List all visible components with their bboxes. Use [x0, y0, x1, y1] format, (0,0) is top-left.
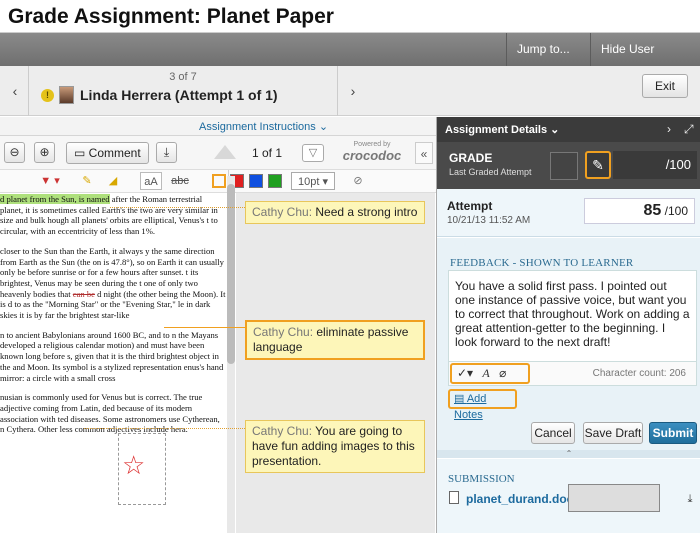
comment-connector [84, 428, 245, 429]
annotation-toolbar-ext: 10pt ▾ ⊘ [229, 170, 436, 193]
comment-button[interactable]: ▭ Comment [66, 142, 149, 164]
edit-grade-icon[interactable]: ✎ [585, 151, 611, 179]
submission-file-link[interactable]: planet_durand.doc [466, 492, 573, 506]
document-scrollbar[interactable] [227, 176, 235, 533]
panel-header: Assignment Details ⌄ › ⤢ [437, 117, 700, 142]
save-draft-button[interactable]: Save Draft [583, 422, 643, 444]
cancel-button[interactable]: Cancel [531, 422, 575, 444]
font-size-select[interactable]: 10pt ▾ [291, 172, 335, 190]
grade-max: /100 [613, 151, 697, 179]
jump-to-button[interactable]: Jump to... [506, 33, 580, 66]
submission-title: SUBMISSION [448, 473, 515, 485]
viewer-toolbar: ⊖ ⊕ ▭ Comment ⤓ 1 of 1 ▽ Powered by croc… [0, 136, 436, 170]
comments-gutter: Cathy Chu: Need a strong intro Cathy Chu… [236, 193, 435, 533]
file-icon [449, 491, 459, 504]
hide-user-names-button[interactable]: Hide User Names [590, 33, 700, 89]
comment-icon: ▭ [74, 146, 89, 160]
title-bar: Grade Assignment: Planet Paper [0, 0, 700, 33]
add-notes-link[interactable]: ▤ Add Notes [448, 389, 517, 421]
text-format-icon[interactable]: A [482, 366, 489, 380]
exit-button[interactable]: Exit [641, 74, 688, 98]
attach-icon[interactable]: ⌀ [499, 366, 506, 380]
notes-icon: ▤ [454, 393, 467, 405]
attempt-score-field[interactable]: 85 /100 [584, 198, 695, 224]
color-swatch-green[interactable] [268, 174, 282, 188]
strikeout-icon[interactable]: abc [170, 172, 190, 190]
attempt-row: Attempt 10/21/13 11:52 AM 85 /100 [437, 189, 700, 237]
student-name: Linda Herrera (Attempt 1 of 1) [80, 87, 278, 103]
character-count: Character count: 206 [592, 368, 686, 379]
collapse-panel-icon[interactable]: « [415, 142, 433, 164]
document-viewer: ▼ ▾ ✎ ◢ aA abc d planet from the Sun, is… [0, 170, 229, 533]
feedback-tools: ✓▾ A ⌀ [450, 363, 530, 384]
student-selector[interactable]: 3 of 7 ! Linda Herrera (Attempt 1 of 1) [28, 66, 338, 116]
crocodoc-logo: Powered by crocodoc [342, 141, 402, 163]
grading-panel: Assignment Details ⌄ › ⤢ GRADE Last Grad… [436, 117, 700, 533]
panel-divider: ⌃ [437, 450, 700, 458]
attempt-date: 10/21/13 11:52 AM [447, 215, 531, 226]
text-tool-icon[interactable]: aA [140, 172, 162, 190]
doc-paragraph: n to ancient Babylonians around 1600 BC,… [0, 329, 224, 383]
document-text: d planet from the Sun, is named after th… [0, 194, 226, 444]
comment-tool-icon[interactable]: ▼ ▾ [30, 172, 70, 190]
submission-section: SUBMISSION planet_durand.doc ⤓ [437, 459, 700, 533]
comment-note-selected[interactable]: Cathy Chu: eliminate passive language [245, 320, 425, 360]
page-title: Grade Assignment: Planet Paper [8, 5, 334, 28]
feedback-title: FEEDBACK - SHOWN TO LEARNER [450, 257, 634, 269]
warning-icon: ! [41, 88, 54, 102]
download-icon[interactable]: ⤓ [156, 142, 177, 163]
highlight-pen-icon[interactable]: ✎ [78, 172, 96, 190]
prev-page-icon[interactable] [214, 145, 236, 159]
grade-row: GRADE Last Graded Attempt ✎ /100 [437, 142, 700, 189]
file-preview-box [568, 484, 660, 512]
zoom-out-icon[interactable]: ⊖ [4, 142, 25, 163]
expand-icon[interactable]: ⤢ [684, 122, 694, 137]
student-nav: ‹ 3 of 7 ! Linda Herrera (Attempt 1 of 1… [0, 66, 700, 116]
chevron-right-icon[interactable]: › [667, 122, 671, 136]
feedback-toolbar: ✓▾ A ⌀ Character count: 206 [448, 362, 697, 386]
doc-paragraph: d planet from the Sun, is named after th… [0, 194, 218, 237]
hide-annotations-icon[interactable]: ⊘ [349, 172, 367, 190]
next-page-icon[interactable]: ▽ [302, 144, 324, 162]
submit-button[interactable]: Submit [649, 422, 697, 444]
star-icon: ☆ [122, 450, 146, 480]
attempt-count: 3 of 7 [169, 71, 197, 83]
comment-note[interactable]: Cathy Chu: You are going to have fun add… [245, 420, 425, 473]
assignment-details-toggle[interactable]: Assignment Details ⌄ [445, 123, 559, 136]
grade-input[interactable] [550, 152, 578, 180]
comment-connector [164, 327, 245, 328]
action-buttons: Cancel Save Draft Submit [437, 418, 700, 450]
spellcheck-icon[interactable]: ✓▾ [457, 366, 473, 380]
instructions-bar: Assignment Instructions ⌄ [0, 117, 436, 136]
page-info: 1 of 1 [252, 146, 283, 160]
doc-paragraph: closer to the Sun than the Earth, it alw… [0, 245, 226, 321]
download-icon[interactable]: ⤓ [683, 493, 697, 507]
chevron-right-icon[interactable]: › [340, 66, 366, 116]
zoom-in-icon[interactable]: ⊕ [34, 142, 55, 163]
area-highlight-icon[interactable]: ◢ [104, 172, 122, 190]
color-swatch-black[interactable] [212, 174, 226, 188]
comment-note[interactable]: Cathy Chu: Need a strong intro [245, 201, 425, 224]
feedback-textarea[interactable]: You have a solid first pass. I pointed o… [448, 270, 697, 362]
comment-connector [110, 207, 245, 208]
chevron-left-icon[interactable]: ‹ [2, 66, 28, 116]
avatar [59, 86, 74, 104]
annotation-toolbar: ▼ ▾ ✎ ◢ aA abc [0, 170, 228, 193]
color-swatch-blue[interactable] [249, 174, 263, 188]
top-strip: Jump to... Hide User Names [0, 33, 700, 89]
assignment-instructions-link[interactable]: Assignment Instructions ⌄ [199, 120, 328, 133]
